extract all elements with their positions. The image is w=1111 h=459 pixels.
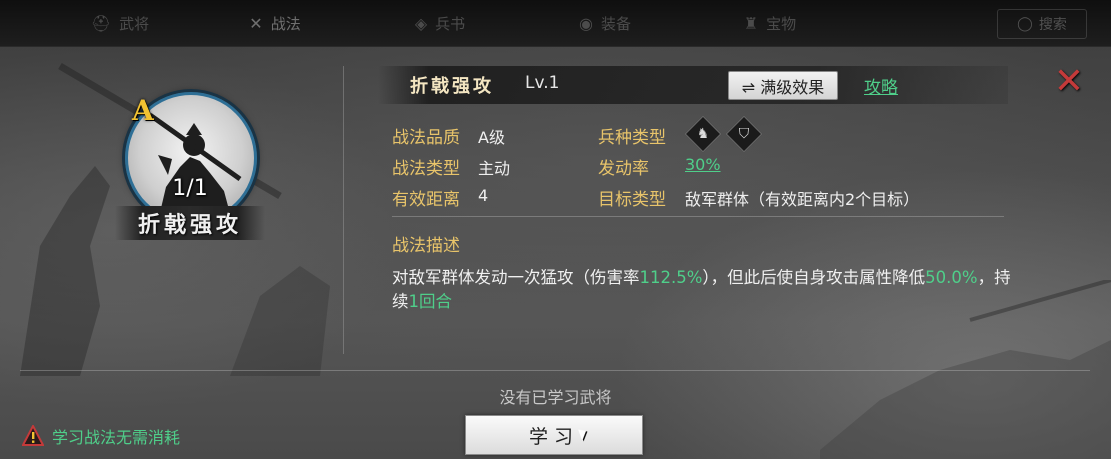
max-level-effect-button[interactable]: ⇌ 满级效果 xyxy=(728,71,838,100)
tab-label: 战法 xyxy=(270,14,301,33)
target-type-value: 敌军群体（有效距离内2个目标） xyxy=(685,190,920,209)
tab-label: 宝物 xyxy=(766,14,797,33)
activation-rate-value[interactable]: 30% xyxy=(685,155,721,174)
cavalry-icon: ♞ xyxy=(684,115,722,153)
desc-highlight-attack-reduction: 50.0% xyxy=(925,268,978,287)
section-divider xyxy=(392,216,1004,217)
learn-cost-notice: 学习战法无需消耗 xyxy=(22,424,180,448)
owned-count: 1/1 xyxy=(172,176,208,201)
troop-type-label: 兵种类型 xyxy=(598,128,666,148)
no-learned-generals-text: 没有已学习武将 xyxy=(499,388,612,407)
type-label: 战法类型 xyxy=(392,159,460,179)
warning-icon xyxy=(22,425,44,446)
portrait-name: 折戟强攻 xyxy=(137,212,242,238)
skill-level: Lv.1 xyxy=(525,73,560,93)
skill-title: 折戟强攻 xyxy=(410,76,494,97)
description-title: 战法描述 xyxy=(392,236,460,256)
vertical-divider xyxy=(343,66,344,354)
tab-treasure[interactable]: ♜ 宝物 xyxy=(710,8,830,38)
close-icon[interactable]: ✕ xyxy=(1051,64,1087,100)
notice-text: 学习战法无需消耗 xyxy=(52,428,181,447)
learn-button[interactable]: 学习 xyxy=(465,415,643,455)
armor-icon: ◉ xyxy=(579,13,593,33)
desc-text: 对敌军群体发动一次猛攻（伤害率 xyxy=(392,268,640,287)
target-type-label: 目标类型 xyxy=(598,190,666,210)
book-icon: ◈ xyxy=(414,13,428,33)
search-label: 搜索 xyxy=(1038,17,1067,33)
guide-link[interactable]: 攻略 xyxy=(864,73,898,98)
desc-text: ），但此后使自身攻击属性降低 xyxy=(702,268,926,287)
portrait-name-banner: 折戟强攻 xyxy=(115,206,265,240)
tab-label: 装备 xyxy=(600,14,631,33)
desc-highlight-duration: 1回合 xyxy=(408,292,453,311)
search-icon: ◯ xyxy=(1017,16,1033,32)
range-label: 有效距离 xyxy=(392,190,460,210)
top-nav-bar: ⛑ 武将 ✕ 战法 ◈ 兵书 ◉ 装备 ♜ 宝物 ◯ 搜索 xyxy=(0,0,1111,47)
type-value: 主动 xyxy=(478,159,511,178)
footer-divider xyxy=(20,370,1090,371)
desc-highlight-damage-rate: 112.5% xyxy=(639,268,703,287)
learn-button-label: 学习 xyxy=(528,425,579,448)
range-value: 4 xyxy=(478,186,489,205)
tab-generals[interactable]: ⛑ 武将 xyxy=(60,8,180,38)
activation-rate-label: 发动率 xyxy=(598,159,649,179)
search-button[interactable]: ◯ 搜索 xyxy=(997,9,1087,39)
helmet-icon: ⛑ xyxy=(90,13,112,33)
grade-badge: A xyxy=(132,94,154,127)
max-effect-label: ⇌ 满级效果 xyxy=(741,77,825,97)
tab-label: 兵书 xyxy=(435,14,466,33)
quality-value: A级 xyxy=(478,128,505,147)
tab-equipment[interactable]: ◉ 装备 xyxy=(545,8,665,38)
tab-label: 武将 xyxy=(119,14,150,33)
skill-detail-panel: ⛑ 武将 ✕ 战法 ◈ 兵书 ◉ 装备 ♜ 宝物 ◯ 搜索 A 1/1 折戟强攻… xyxy=(0,0,1111,459)
crossed-swords-icon: ✕ xyxy=(249,13,263,33)
skill-description: 对敌军群体发动一次猛攻（伤害率112.5%），但此后使自身攻击属性降低50.0%… xyxy=(392,266,1012,314)
tab-books[interactable]: ◈ 兵书 xyxy=(380,8,500,38)
tab-skills[interactable]: ✕ 战法 xyxy=(215,8,335,38)
quality-label: 战法品质 xyxy=(392,128,460,148)
treasure-icon: ♜ xyxy=(743,13,759,33)
shield-icon: ⛉ xyxy=(725,115,763,153)
